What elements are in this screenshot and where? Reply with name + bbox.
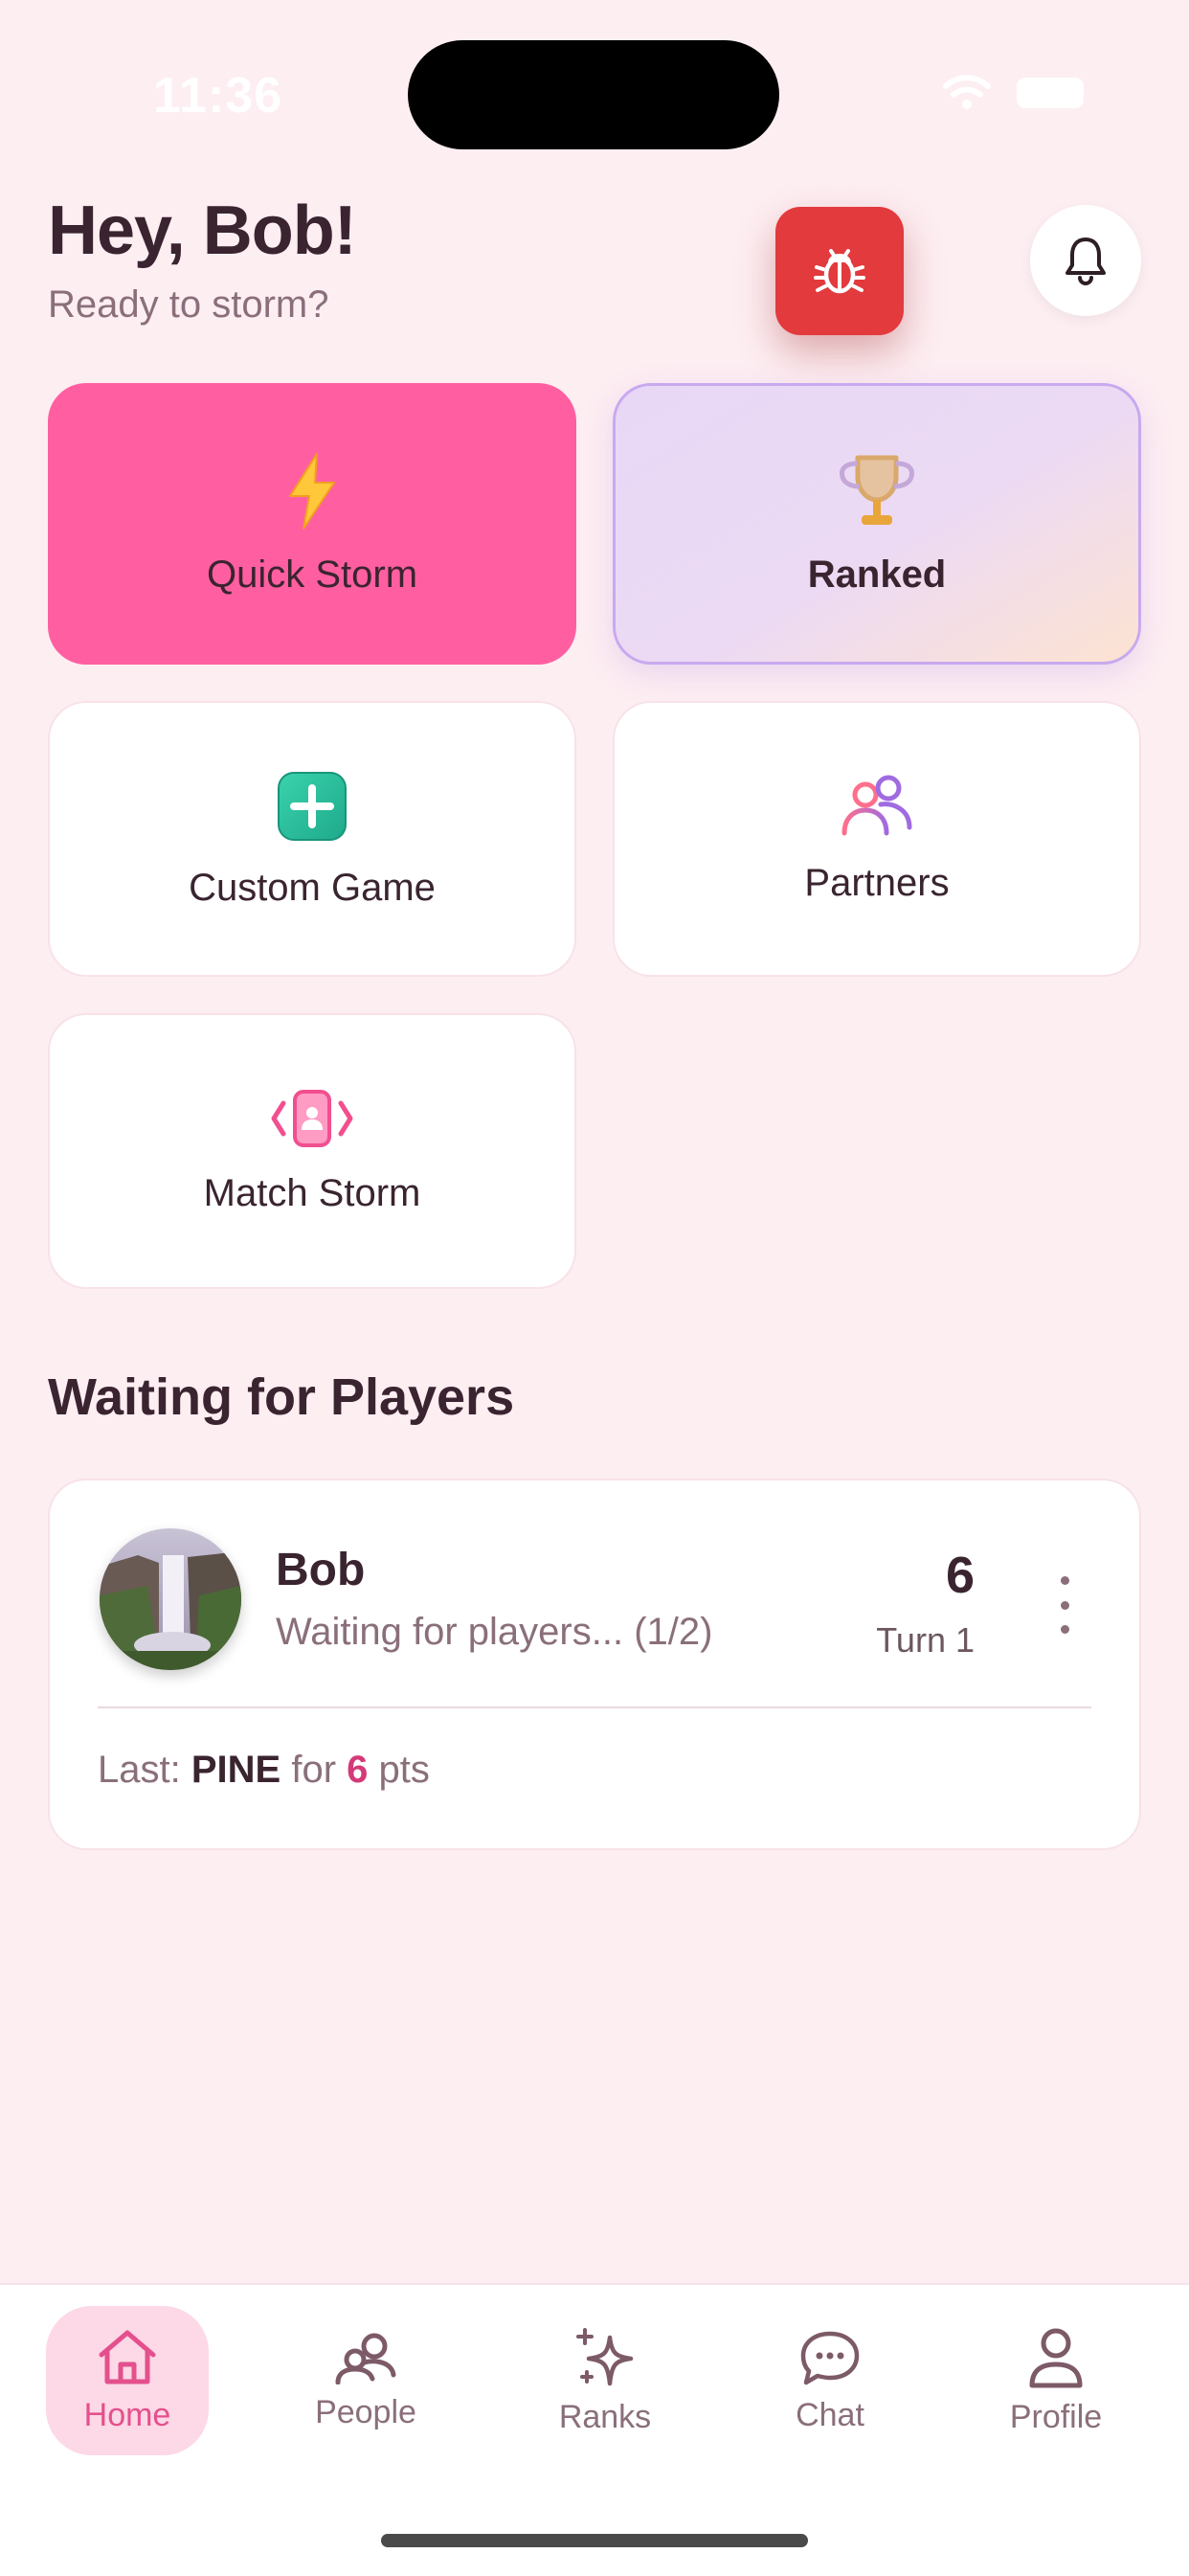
battery-icon (1017, 78, 1084, 108)
home-icon (99, 2330, 156, 2384)
card-divider (98, 1706, 1091, 1708)
game-turn: Turn 1 (876, 1620, 975, 1660)
nav-home-label: Home (83, 2396, 171, 2433)
partners-icon (841, 775, 912, 835)
last-points: 6 (347, 1749, 369, 1791)
nav-ranks[interactable]: Ranks (524, 2306, 686, 2455)
waiting-status: Waiting for players... (1/2) (276, 1611, 713, 1653)
nav-profile[interactable]: Profile (975, 2306, 1137, 2455)
nav-chat[interactable]: Chat (749, 2306, 911, 2455)
last-suffix: pts (378, 1749, 430, 1791)
greeting-subtitle: Ready to storm? (48, 283, 329, 326)
partners-label: Partners (804, 861, 950, 904)
people-icon (335, 2333, 396, 2384)
nav-chat-label: Chat (796, 2396, 864, 2433)
trophy-icon (840, 455, 914, 525)
last-for: for (291, 1749, 337, 1791)
last-prefix: Last: (98, 1749, 181, 1791)
quick-storm-card[interactable]: Quick Storm (48, 383, 576, 665)
match-card-icon (271, 1089, 353, 1147)
ranked-label: Ranked (807, 553, 947, 596)
lightning-icon (289, 452, 335, 530)
nav-people-label: People (315, 2393, 416, 2430)
bug-icon (814, 249, 865, 294)
notifications-button[interactable] (1030, 205, 1141, 316)
status-icons (942, 75, 1084, 111)
chat-icon (800, 2331, 860, 2384)
sparkle-icon (576, 2327, 634, 2385)
match-storm-card[interactable]: Match Storm (48, 1013, 576, 1289)
player-name: Bob (276, 1545, 366, 1595)
partners-card[interactable]: Partners (613, 701, 1141, 977)
player-avatar (100, 1528, 241, 1670)
bottom-nav: Home People Ranks Chat Profile (0, 2283, 1189, 2576)
dynamic-island (408, 40, 779, 149)
waiting-game-card[interactable]: Bob Waiting for players... (1/2) 6 Turn … (48, 1479, 1141, 1850)
custom-game-label: Custom Game (189, 866, 436, 909)
last-word-line: Last: PINE for 6 pts (98, 1749, 430, 1792)
wifi-icon (943, 75, 991, 109)
status-time: 11:36 (153, 68, 283, 124)
debug-button[interactable] (775, 207, 904, 335)
nav-people[interactable]: People (284, 2306, 447, 2455)
match-storm-label: Match Storm (203, 1171, 421, 1214)
quick-storm-label: Quick Storm (206, 553, 418, 596)
waiting-section-title: Waiting for Players (48, 1368, 515, 1426)
nav-home[interactable]: Home (46, 2306, 209, 2455)
greeting-title: Hey, Bob! (48, 192, 357, 269)
last-word: PINE (191, 1749, 281, 1791)
profile-icon (1029, 2328, 1083, 2387)
game-score: 6 (945, 1547, 975, 1604)
plus-square-icon (278, 771, 347, 841)
home-indicator (381, 2534, 808, 2547)
custom-game-card[interactable]: Custom Game (48, 701, 576, 977)
bell-icon (1066, 237, 1106, 285)
nav-ranks-label: Ranks (558, 2398, 652, 2435)
more-options-icon[interactable] (1053, 1576, 1076, 1634)
nav-profile-label: Profile (1009, 2398, 1103, 2435)
ranked-card[interactable]: Ranked (613, 383, 1141, 665)
